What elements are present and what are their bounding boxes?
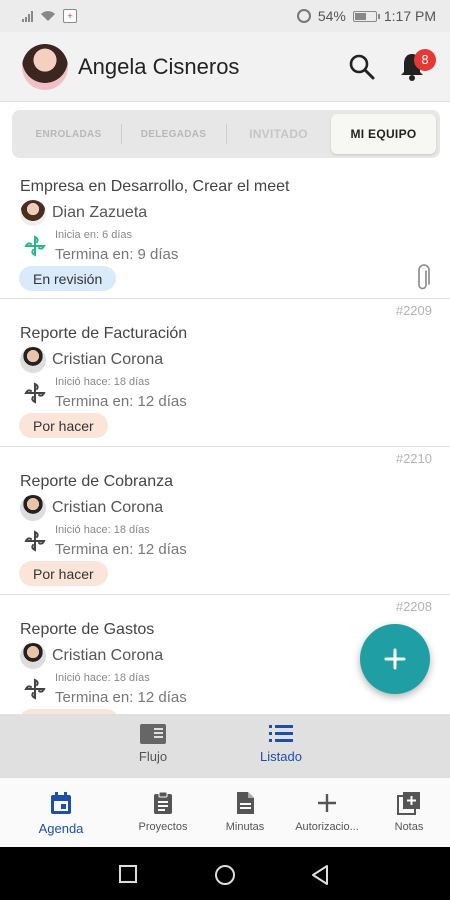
nav-label: Notas bbox=[394, 821, 424, 833]
task-card[interactable]: #2209 Reporte de Facturación Cristian Co… bbox=[0, 299, 450, 447]
sim-icon: + bbox=[63, 9, 77, 23]
book-icon bbox=[140, 724, 166, 744]
nav-label: Proyectos bbox=[138, 821, 188, 833]
view-toggle: Flujo Listado bbox=[0, 714, 450, 777]
nav-notas[interactable]: Notas bbox=[364, 790, 450, 833]
calendar-icon bbox=[51, 792, 71, 814]
nav-label: Agenda bbox=[38, 821, 84, 836]
task-card[interactable]: Empresa en Desarrollo, Crear el meet Dia… bbox=[0, 164, 450, 299]
wifi-icon bbox=[41, 11, 55, 21]
battery-icon bbox=[352, 10, 380, 22]
tab-mi-equipo[interactable]: MI EQUIPO bbox=[331, 114, 436, 154]
search-icon bbox=[349, 54, 375, 79]
status-chip: Por hacer bbox=[19, 561, 108, 586]
home-icon[interactable] bbox=[214, 864, 236, 886]
task-card[interactable]: #2210 Reporte de Cobranza Cristian Coron… bbox=[0, 447, 450, 595]
end-label: Termina en: 9 días bbox=[55, 246, 179, 263]
task-id: #2209 bbox=[395, 303, 432, 318]
system-navigation-bar bbox=[0, 847, 450, 900]
battery-percent: 54% bbox=[317, 8, 346, 24]
bottom-navigation: Agenda Proyectos Minutas Autorizacio... … bbox=[0, 777, 450, 847]
list-view-button[interactable]: Listado bbox=[260, 722, 302, 764]
plus-icon bbox=[318, 794, 336, 812]
end-label: Termina en: 12 días bbox=[55, 541, 187, 558]
task-title: Reporte de Facturación bbox=[20, 325, 188, 342]
nav-agenda[interactable]: Agenda bbox=[16, 790, 106, 836]
nav-minutas[interactable]: Minutas bbox=[200, 790, 290, 833]
notifications-button[interactable]: 8 bbox=[392, 47, 436, 87]
signal-icon bbox=[22, 10, 33, 22]
progress-icon bbox=[24, 530, 46, 552]
add-note-icon bbox=[397, 792, 420, 815]
start-label: Inició hace: 18 días bbox=[55, 376, 150, 388]
list-label: Listado bbox=[260, 749, 302, 764]
task-id: #2210 bbox=[395, 451, 432, 466]
status-bar: + 54% 1:17 PM bbox=[0, 0, 450, 32]
start-label: Inició hace: 18 días bbox=[55, 524, 150, 536]
assignee-name: Cristian Corona bbox=[52, 499, 164, 516]
list-icon bbox=[268, 725, 293, 742]
plus-icon bbox=[384, 648, 406, 670]
notification-badge: 8 bbox=[414, 48, 436, 71]
back-icon[interactable] bbox=[310, 864, 330, 886]
nav-label: Autorizacio... bbox=[295, 821, 359, 833]
assignee-name: Dian Zazueta bbox=[52, 204, 148, 221]
alarm-icon bbox=[296, 9, 311, 23]
clipboard-icon bbox=[154, 791, 172, 814]
status-chip: En revisión bbox=[19, 266, 117, 291]
progress-icon bbox=[24, 382, 46, 404]
assignee-name: Cristian Corona bbox=[52, 351, 164, 368]
assignee-avatar bbox=[20, 643, 46, 669]
assignee-avatar bbox=[20, 347, 46, 373]
progress-icon bbox=[24, 235, 46, 257]
user-avatar[interactable] bbox=[22, 43, 68, 90]
nav-label: Minutas bbox=[225, 821, 265, 833]
task-title: Empresa en Desarrollo, Crear el meet bbox=[20, 178, 290, 195]
recents-icon[interactable] bbox=[118, 864, 138, 884]
user-name: Angela Cisneros bbox=[78, 53, 240, 79]
end-label: Termina en: 12 días bbox=[55, 393, 187, 410]
assignee-name: Cristian Corona bbox=[52, 647, 164, 664]
flow-view-button[interactable]: Flujo bbox=[138, 722, 168, 764]
tab-delegadas[interactable]: DELEGADAS bbox=[121, 114, 226, 154]
end-label: Termina en: 12 días bbox=[55, 689, 187, 706]
task-title: Reporte de Cobranza bbox=[20, 473, 173, 490]
status-chip: Por hacer bbox=[19, 413, 108, 438]
task-filter-tabs: ENROLADAS DELEGADAS INVITADO MI EQUIPO bbox=[12, 110, 440, 158]
task-title: Reporte de Gastos bbox=[20, 621, 155, 638]
clock: 1:17 PM bbox=[383, 8, 436, 24]
start-label: Inicia en: 6 días bbox=[55, 229, 133, 241]
search-button[interactable] bbox=[342, 47, 382, 87]
nav-autorizaciones[interactable]: Autorizacio... bbox=[282, 790, 372, 833]
flow-label: Flujo bbox=[138, 749, 168, 764]
tab-invitado[interactable]: INVITADO bbox=[226, 114, 331, 154]
progress-icon bbox=[24, 678, 46, 700]
task-id: #2208 bbox=[395, 599, 432, 614]
attachment-icon[interactable] bbox=[416, 264, 430, 292]
add-task-button[interactable] bbox=[360, 624, 430, 694]
document-icon bbox=[237, 792, 254, 814]
tab-enroladas[interactable]: ENROLADAS bbox=[16, 114, 121, 154]
nav-proyectos[interactable]: Proyectos bbox=[118, 790, 208, 833]
assignee-avatar bbox=[20, 200, 46, 226]
app-header: Angela Cisneros 8 bbox=[0, 32, 450, 102]
assignee-avatar bbox=[20, 495, 46, 521]
start-label: Inició hace: 18 días bbox=[55, 672, 150, 684]
